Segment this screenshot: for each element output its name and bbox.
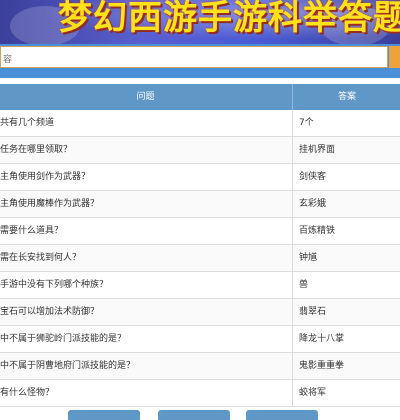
answer-cell: 玄彩娥: [292, 191, 400, 217]
question-cell: 宝石可以增加法术防御？: [0, 307, 100, 317]
table-row: 任务在哪里领取？ 挂机界面: [0, 137, 400, 164]
table-row: 共有几个频道 7个: [0, 110, 400, 137]
page-button[interactable]: [68, 410, 140, 420]
answer-cell: 7个: [292, 110, 400, 136]
table-row: 手游中没有下列哪个种族？ 兽: [0, 272, 400, 299]
search-button[interactable]: [389, 46, 400, 68]
question-cell: 中不属于狮驼岭门派技能的是？: [0, 334, 127, 344]
column-header-answer: 答案: [292, 84, 400, 110]
answer-cell: 兽: [292, 272, 400, 298]
table-row: 有什么怪物？ 蛟将军: [0, 380, 400, 407]
question-cell: 主角使用剑作为武器？: [0, 172, 91, 182]
page-button[interactable]: [158, 410, 230, 420]
answer-cell: 翡翠石: [292, 299, 400, 325]
column-header-question: 问题: [136, 92, 155, 102]
table-body: 共有几个频道 7个 任务在哪里领取？ 挂机界面 主角使用剑作为武器？ 剑侠客 主…: [0, 110, 400, 407]
question-cell: 需要什么道具？: [0, 226, 64, 236]
table-row: 主角使用魔棒作为武器？ 玄彩娥: [0, 191, 400, 218]
table-row: 主角使用剑作为武器？ 剑侠客: [0, 164, 400, 191]
table-row: 中不属于阴曹地府门派技能的是？ 鬼影重重拳: [0, 353, 400, 380]
answer-cell: 鬼影重重拳: [292, 353, 400, 379]
question-cell: 中不属于阴曹地府门派技能的是？: [0, 361, 136, 371]
banner-title: 梦幻西游手游科举答题: [58, 0, 400, 38]
question-cell: 主角使用魔棒作为武器？: [0, 199, 100, 209]
search-input[interactable]: [0, 46, 388, 68]
table-row: 需要什么道具？ 百炼精铁: [0, 218, 400, 245]
table-row: 中不属于狮驼岭门派技能的是？ 降龙十八掌: [0, 326, 400, 353]
answer-cell: 蛟将军: [292, 380, 400, 406]
table-row: 宝石可以增加法术防御？ 翡翠石: [0, 299, 400, 326]
question-cell: 任务在哪里领取？: [0, 145, 73, 155]
pagination: [0, 410, 400, 420]
table-header: 问题 答案: [0, 84, 400, 110]
answer-cell: 降龙十八掌: [292, 326, 400, 352]
question-cell: 共有几个频道: [0, 118, 55, 128]
table-row: 需在长安找到何人？ 钟馗: [0, 245, 400, 272]
page-button[interactable]: [246, 410, 318, 420]
answer-cell: 剑侠客: [292, 164, 400, 190]
question-cell: 手游中没有下列哪个种族？: [0, 280, 109, 290]
answer-cell: 挂机界面: [292, 137, 400, 163]
question-answer-table: 问题 答案 共有几个频道 7个 任务在哪里领取？ 挂机界面 主角使用剑作为武器？…: [0, 84, 400, 407]
top-banner: 梦幻西游手游科举答题: [0, 0, 400, 44]
answer-cell: 百炼精铁: [292, 218, 400, 244]
answer-cell: 钟馗: [292, 245, 400, 271]
question-cell: 有什么怪物？: [0, 388, 55, 398]
question-cell: 需在长安找到何人？: [0, 253, 82, 263]
